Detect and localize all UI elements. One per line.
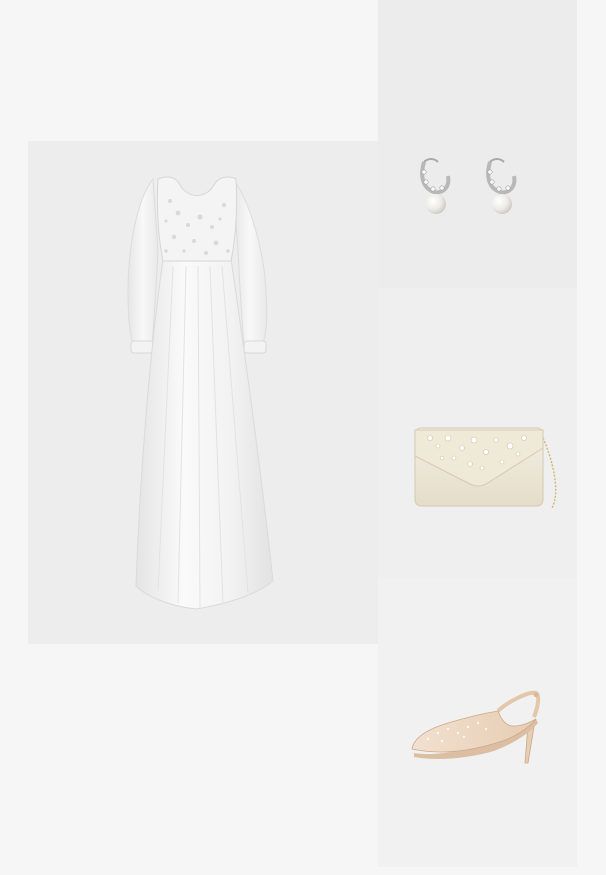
- dress-bodice: [156, 176, 238, 262]
- shoe-buckle: [533, 692, 539, 698]
- dress-illustration: [127, 176, 274, 610]
- dress-right-cuff: [243, 340, 267, 354]
- shoe-upper: [411, 710, 537, 753]
- earring-right: [486, 158, 517, 214]
- clutch-illustration: [414, 427, 557, 509]
- dress-left-sleeve: [127, 177, 159, 347]
- earring-left: [420, 158, 451, 214]
- earrings-illustration: [420, 158, 517, 214]
- shoe-illustration: [411, 690, 541, 764]
- dress-left-cuff: [130, 340, 154, 354]
- outfit-collage: { "collage": { "background": "#f6f6f6", …: [0, 0, 606, 875]
- dress-image[interactable]: [28, 141, 378, 644]
- shoe-image[interactable]: [378, 577, 577, 867]
- clutch-image[interactable]: [378, 288, 577, 577]
- clutch-chain: [542, 437, 557, 509]
- earrings-image[interactable]: [378, 0, 577, 288]
- shoe-strap: [496, 690, 541, 718]
